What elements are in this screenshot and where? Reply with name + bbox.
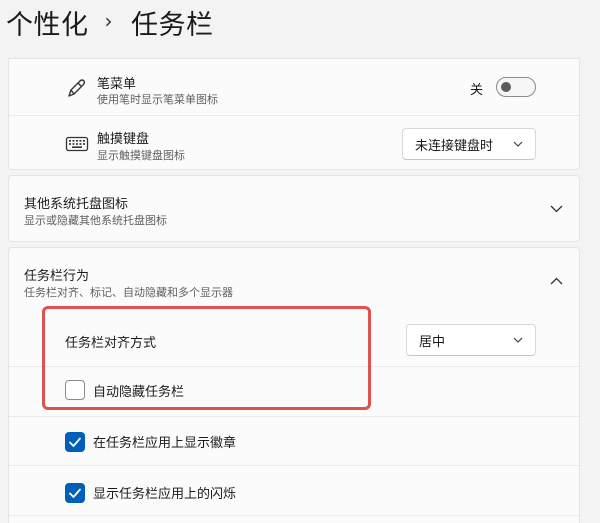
other-tray-title: 其他系统托盘图标 xyxy=(24,197,129,212)
chevron-down-icon[interactable] xyxy=(550,205,563,213)
breadcrumb: 个性化 › 任务栏 xyxy=(6,2,214,42)
show-flashing-label[interactable]: 显示任务栏应用上的闪烁 xyxy=(93,483,236,502)
taskbar-alignment-dropdown[interactable]: 居中 xyxy=(406,324,536,356)
pen-menu-toggle[interactable] xyxy=(496,77,536,97)
taskbar-alignment-value: 居中 xyxy=(419,334,446,350)
page-title: 任务栏 xyxy=(131,9,214,41)
chevron-down-icon xyxy=(513,337,523,343)
divider xyxy=(9,515,579,516)
breadcrumb-separator: › xyxy=(104,9,113,33)
pen-menu-title: 笔菜单 xyxy=(97,77,137,92)
pen-menu-toggle-state: 关 xyxy=(470,83,484,98)
checkmark-icon xyxy=(69,437,81,447)
touch-keyboard-title: 触摸键盘 xyxy=(97,132,150,147)
touch-keyboard-dropdown-value: 未连接键盘时 xyxy=(415,138,494,154)
taskbar-behavior-title: 任务栏行为 xyxy=(24,269,90,284)
keyboard-icon xyxy=(65,136,89,152)
show-badges-label[interactable]: 在任务栏应用上显示徽章 xyxy=(93,432,236,451)
pen-icon xyxy=(68,79,86,97)
breadcrumb-parent[interactable]: 个性化 xyxy=(6,3,89,42)
touch-keyboard-subtitle: 显示触摸键盘图标 xyxy=(97,149,185,162)
chevron-down-icon xyxy=(513,141,523,147)
chevron-up-icon[interactable] xyxy=(550,277,563,285)
checkmark-icon xyxy=(69,488,81,498)
taskbar-behavior-subtitle: 任务栏对齐、标记、自动隐藏和多个显示器 xyxy=(24,286,233,299)
pen-menu-subtitle: 使用笔时显示笔菜单图标 xyxy=(97,93,218,106)
show-flashing-checkbox[interactable] xyxy=(65,483,85,503)
highlight-annotation xyxy=(42,306,371,410)
taskbar-behavior-card[interactable]: 任务栏行为 任务栏对齐、标记、自动隐藏和多个显示器 xyxy=(8,247,580,315)
divider xyxy=(9,115,579,116)
toggle-knob xyxy=(501,82,511,92)
other-tray-subtitle: 显示或隐藏其他系统托盘图标 xyxy=(24,214,167,227)
divider xyxy=(9,416,579,417)
show-badges-checkbox[interactable] xyxy=(65,432,85,452)
divider xyxy=(9,465,579,466)
touch-keyboard-dropdown[interactable]: 未连接键盘时 xyxy=(402,128,536,160)
other-tray-icons-card[interactable]: 其他系统托盘图标 显示或隐藏其他系统托盘图标 xyxy=(8,175,580,242)
